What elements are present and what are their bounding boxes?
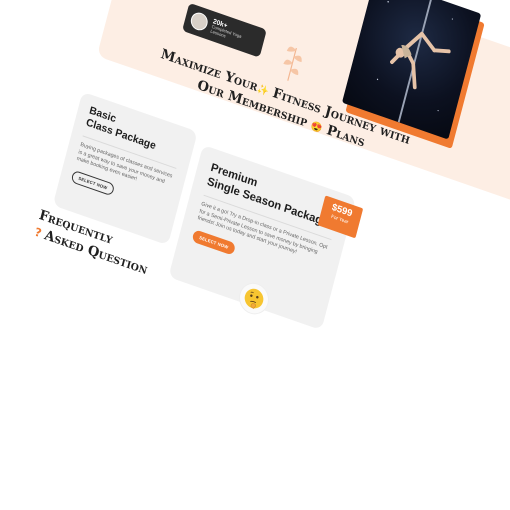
sparkle-icon: ✨ xyxy=(255,83,270,98)
page-scene: 20k+ Completed Yoga Lessons Maximize You… xyxy=(0,0,510,504)
avatar xyxy=(188,10,210,33)
heart-eyes-icon: 😍 xyxy=(309,120,324,135)
thinking-face-glyph xyxy=(244,288,264,309)
question-mark-icon: ? xyxy=(33,225,43,241)
price-tag: $599 For Year xyxy=(317,195,364,239)
